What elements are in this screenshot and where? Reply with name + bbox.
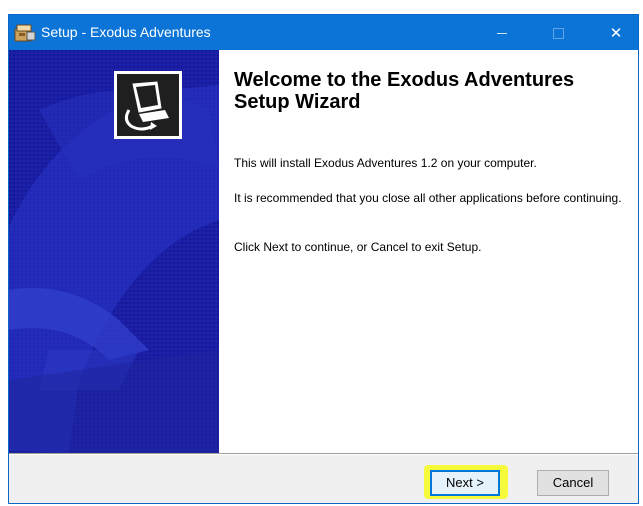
cancel-button[interactable]: Cancel (537, 470, 609, 496)
bottom-divider (9, 453, 638, 455)
computer-install-icon (124, 81, 169, 131)
title-bar[interactable]: Setup - Exodus Adventures ✕ (9, 15, 638, 50)
window-title: Setup - Exodus Adventures (41, 24, 211, 40)
wizard-banner (9, 50, 219, 453)
maximize-icon (552, 28, 564, 39)
continue-instruction-text: Click Next to continue, or Cancel to exi… (234, 240, 482, 254)
minimize-icon (497, 33, 507, 34)
close-apps-text: It is recommended that you close all oth… (234, 191, 622, 205)
maximize-button[interactable] (535, 15, 581, 50)
minimize-button[interactable] (479, 15, 525, 50)
setup-logo (114, 71, 182, 139)
setup-window: Setup - Exodus Adventures ✕ Welcome to t… (8, 14, 639, 504)
close-button[interactable]: ✕ (593, 15, 639, 50)
setup-app-icon (14, 23, 36, 42)
welcome-heading: Welcome to the Exodus Adventures Setup W… (234, 69, 575, 113)
next-button[interactable]: Next > (430, 470, 500, 496)
wizard-content: Welcome to the Exodus Adventures Setup W… (219, 50, 638, 453)
screen: Setup - Exodus Adventures ✕ Welcome to t… (0, 0, 643, 506)
close-icon: ✕ (609, 24, 623, 42)
install-info-text: This will install Exodus Adventures 1.2 … (234, 156, 537, 170)
